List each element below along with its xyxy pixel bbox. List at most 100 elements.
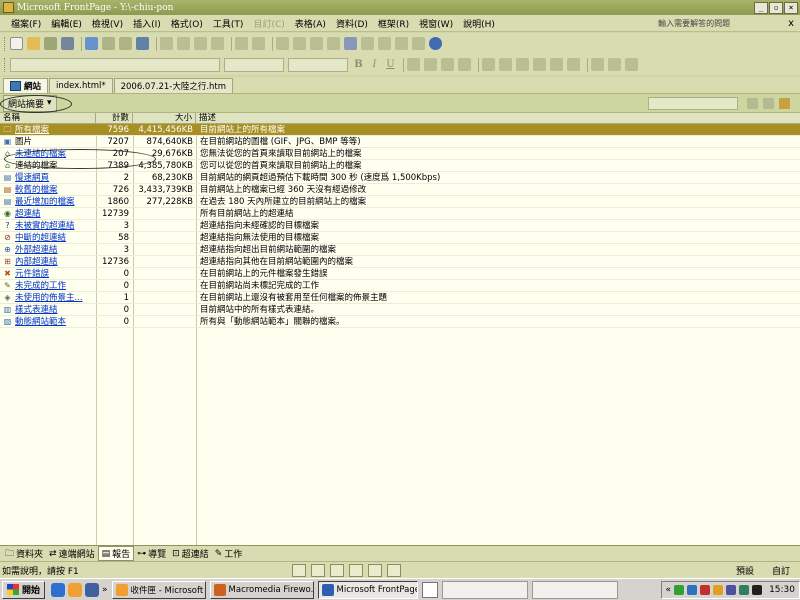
tab-folders[interactable]: 🗀 資料夾 xyxy=(2,546,46,562)
chevron-icon[interactable]: » xyxy=(102,585,108,595)
close-button[interactable]: × xyxy=(784,1,798,14)
taskbar-blank-item[interactable] xyxy=(441,580,528,599)
column-size-header[interactable]: 大小 xyxy=(133,113,196,124)
numbering-icon[interactable] xyxy=(516,58,529,71)
taskbar-frontpage[interactable]: Microsoft FrontPage... xyxy=(317,580,418,599)
insert-picture-icon[interactable] xyxy=(327,37,340,50)
start-button[interactable]: 開始 xyxy=(2,580,46,599)
table-row[interactable]: ⊕ 外部超連結 3 超連結指向超出目前網站範圍的檔案 xyxy=(0,244,800,256)
decrease-indent-icon[interactable] xyxy=(550,58,563,71)
justify-icon[interactable] xyxy=(458,58,471,71)
tray-icon[interactable] xyxy=(674,584,685,595)
status-icon-2[interactable] xyxy=(311,563,325,577)
publish-icon[interactable] xyxy=(85,37,98,50)
menu-format[interactable]: 格式(O) xyxy=(166,17,208,30)
status-icon-3[interactable] xyxy=(330,563,344,577)
taskbar-outlook[interactable]: 收件匣 - Microsoft ... xyxy=(111,580,206,599)
row-name[interactable]: 外部超連結 xyxy=(15,244,58,256)
row-name[interactable]: 所有檔案 xyxy=(15,124,49,136)
ie-icon[interactable] xyxy=(51,582,66,597)
bold-button[interactable]: B xyxy=(352,59,365,70)
edit-icon[interactable] xyxy=(747,98,758,109)
web-component-icon[interactable] xyxy=(276,37,289,50)
row-name[interactable]: 元件錯誤 xyxy=(15,268,49,280)
border-icon[interactable] xyxy=(591,58,604,71)
row-name[interactable]: 未使用的佈景主... xyxy=(15,292,83,304)
column-name-header[interactable]: 名稱 xyxy=(0,113,96,124)
row-name[interactable]: 未完成的工作 xyxy=(15,280,66,292)
table-row[interactable]: 🗀 所有檔案 7596 4,415,456KB 目前網站上的所有檔案 xyxy=(0,124,800,136)
tab-tasks[interactable]: ✎ 工作 xyxy=(212,547,246,561)
status-icon-5[interactable] xyxy=(368,563,382,577)
row-name[interactable]: 中斷的超連結 xyxy=(15,232,66,244)
table-row[interactable]: ▤ 較舊的檔案 726 3,433,739KB 目前網站上的檔案已經 360 天沒有經過… xyxy=(0,184,800,196)
menu-window[interactable]: 視窗(W) xyxy=(414,17,458,30)
tab-index-html[interactable]: index.html* xyxy=(49,78,113,93)
search-icon[interactable] xyxy=(61,37,74,50)
menu-data[interactable]: 資料(D) xyxy=(331,17,373,30)
verify-hyperlinks-icon[interactable] xyxy=(779,98,790,109)
help-icon[interactable] xyxy=(429,37,442,50)
menu-custom[interactable]: 目訂(C) xyxy=(248,17,289,30)
row-name[interactable]: 未被實的超連結 xyxy=(15,220,75,232)
spelling-icon[interactable] xyxy=(136,37,149,50)
tray-icon[interactable] xyxy=(739,584,750,595)
table-row[interactable]: ▥ 樣式表連結 0 目前網站中的所有樣式表連結。 xyxy=(0,304,800,316)
toolbar-grip[interactable] xyxy=(4,36,7,51)
tab-reports[interactable]: ▤ 報告 xyxy=(97,546,135,561)
tray-icon[interactable] xyxy=(700,584,711,595)
insert-layer-icon[interactable] xyxy=(310,37,323,50)
tray-icon[interactable] xyxy=(752,584,763,595)
column-desc-header[interactable]: 描述 xyxy=(196,113,800,124)
restore-button[interactable]: ▫ xyxy=(769,1,783,14)
ime-indicator[interactable] xyxy=(421,581,438,598)
redo-icon[interactable] xyxy=(252,37,265,50)
column-count-header[interactable]: 計數 xyxy=(96,113,133,124)
minimize-button[interactable]: _ xyxy=(754,1,768,14)
underline-button[interactable]: U xyxy=(384,59,397,70)
table-row[interactable]: ▧ 動態網站範本 0 所有與「動態網站範本」關聯的檔案。 xyxy=(0,316,800,328)
status-icon-6[interactable] xyxy=(387,563,401,577)
table-row[interactable]: ◈ 未使用的佈景主... 1 在目前網站上還沒有被套用至任何檔案的佈景主題 xyxy=(0,292,800,304)
tray-icon[interactable] xyxy=(713,584,724,595)
align-right-icon[interactable] xyxy=(441,58,454,71)
menu-frames[interactable]: 框架(R) xyxy=(373,17,414,30)
align-center-icon[interactable] xyxy=(424,58,437,71)
report-setting-combo[interactable] xyxy=(648,97,738,110)
tray-icon[interactable] xyxy=(726,584,737,595)
decrease-font-icon[interactable] xyxy=(499,58,512,71)
row-name[interactable]: 慢速網頁 xyxy=(15,172,49,184)
format-painter-icon[interactable] xyxy=(211,37,224,50)
style-combo[interactable] xyxy=(10,57,220,72)
table-row[interactable]: ⊞ 內部超連結 12736 超連結指向其他在目前網站範圍內的檔案 xyxy=(0,256,800,268)
menu-file[interactable]: 檔案(F) xyxy=(6,17,46,30)
font-size-combo[interactable] xyxy=(288,57,348,72)
status-icon-4[interactable] xyxy=(349,563,363,577)
new-icon[interactable] xyxy=(10,37,23,50)
status-icon-1[interactable] xyxy=(292,563,306,577)
row-name[interactable]: 最近增加的檔案 xyxy=(15,196,75,208)
menu-table[interactable]: 表格(A) xyxy=(290,17,331,30)
preview-icon[interactable] xyxy=(119,37,132,50)
tab-remote-site[interactable]: ⇄ 遠端網站 xyxy=(46,547,98,561)
table-row[interactable]: ? 未被實的超連結 3 超連結指向未經確認的目標檔案 xyxy=(0,220,800,232)
highlight-icon[interactable] xyxy=(608,58,621,71)
font-combo[interactable] xyxy=(224,57,284,72)
tab-travel-page[interactable]: 2006.07.21-大陸之行.htm xyxy=(113,78,234,93)
row-name[interactable]: 動態網站範本 xyxy=(15,316,66,328)
undo-icon[interactable] xyxy=(235,37,248,50)
table-row[interactable]: ▤ 最近增加的檔案 1860 277,228KB 在過去 180 天內所建立的目前網站上… xyxy=(0,196,800,208)
italic-button[interactable]: I xyxy=(368,59,381,70)
tab-website[interactable]: 網站 xyxy=(3,78,49,93)
refresh-icon[interactable] xyxy=(378,37,391,50)
row-name[interactable]: 超連結 xyxy=(15,208,41,220)
outlook-icon[interactable] xyxy=(68,582,83,597)
row-name[interactable]: 較舊的檔案 xyxy=(15,184,58,196)
save-icon[interactable] xyxy=(44,37,57,50)
insert-table-icon[interactable] xyxy=(293,37,306,50)
font-color-icon[interactable] xyxy=(625,58,638,71)
drawing-icon[interactable] xyxy=(344,37,357,50)
bullets-icon[interactable] xyxy=(533,58,546,71)
close-document-button[interactable]: x xyxy=(788,18,800,29)
table-row[interactable]: ▤ 慢速網頁 2 68,230KB 目前網站的網頁超過預估下載時間 300 秒 (速度爲… xyxy=(0,172,800,184)
